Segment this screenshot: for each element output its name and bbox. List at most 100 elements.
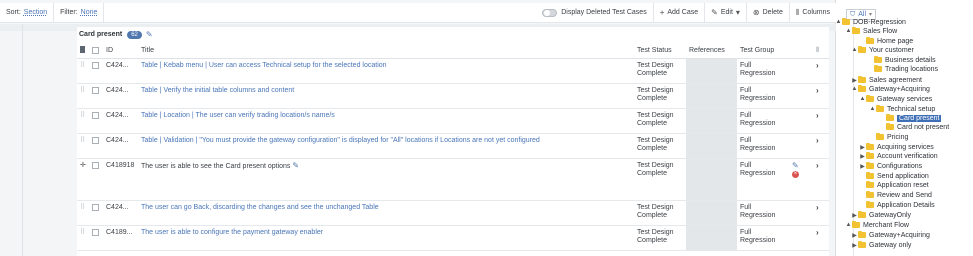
- tree-node-label[interactable]: DOB-Regression: [853, 19, 906, 26]
- row-checkbox[interactable]: [92, 61, 99, 69]
- collapse-icon[interactable]: ▲: [835, 19, 842, 25]
- pencil-icon[interactable]: ✎: [292, 161, 299, 170]
- chevron-right-icon[interactable]: ›: [816, 161, 819, 170]
- drag-handle[interactable]: ⠿: [77, 200, 89, 226]
- move-icon[interactable]: ✛: [80, 162, 86, 169]
- drag-handle[interactable]: ⠿: [77, 108, 89, 134]
- row-select-cell[interactable]: [89, 158, 103, 201]
- edit-row-icon[interactable]: ✎: [792, 161, 799, 170]
- chevron-right-icon[interactable]: ›: [816, 86, 819, 95]
- tree-node-label[interactable]: Technical setup: [887, 106, 935, 113]
- table-row[interactable]: ✛ C418918 The user is able to see the Ca…: [77, 158, 829, 201]
- tree-node-label[interactable]: Your customer: [869, 47, 914, 54]
- case-title[interactable]: The user is able to configure the paymen…: [138, 225, 634, 251]
- delete-row-icon[interactable]: ×: [792, 170, 799, 178]
- expand-icon[interactable]: ▶: [859, 144, 866, 151]
- tree-node-label[interactable]: Review and Send: [877, 192, 932, 199]
- drag-handle[interactable]: ⠿: [77, 225, 89, 251]
- pencil-icon[interactable]: ✎: [146, 30, 153, 39]
- collapse-icon[interactable]: ▲: [845, 222, 852, 228]
- tree-node-label[interactable]: Application reset: [877, 182, 929, 189]
- tree-node[interactable]: ▶ Gateway only: [851, 240, 911, 250]
- tree-node-label[interactable]: Trading locations: [885, 66, 938, 73]
- row-select-cell[interactable]: [89, 133, 103, 159]
- tree-node-label[interactable]: Gateway+Acquiring: [869, 86, 930, 93]
- tree-node-label[interactable]: Gateway only: [869, 242, 911, 249]
- title-column-header[interactable]: Title: [138, 44, 634, 59]
- row-checkbox[interactable]: [92, 203, 99, 211]
- collapse-icon[interactable]: ▲: [869, 106, 876, 112]
- row-open-cell[interactable]: ›: [813, 58, 829, 84]
- row-select-cell[interactable]: [89, 225, 103, 251]
- tree-node-label[interactable]: Acquiring services: [877, 144, 934, 151]
- row-select-cell[interactable]: [89, 108, 103, 134]
- row-open-cell[interactable]: ›: [813, 158, 829, 201]
- chevron-right-icon[interactable]: ›: [816, 203, 819, 212]
- sort-control[interactable]: Sort: Section: [0, 3, 55, 22]
- case-title-text[interactable]: The user is able to see the Card present…: [141, 163, 290, 170]
- row-select-cell[interactable]: [89, 58, 103, 84]
- table-row[interactable]: ⠿ C424... Table | Location | The user ca…: [77, 108, 829, 134]
- grip-icon[interactable]: ⠿: [80, 229, 85, 236]
- expand-icon[interactable]: ▶: [851, 242, 858, 249]
- tree-node-label[interactable]: Send application: [877, 173, 929, 180]
- expand-icon[interactable]: ▶: [859, 153, 866, 160]
- id-column-header[interactable]: ID: [103, 44, 138, 59]
- tree-node[interactable]: ▶ Configurations: [859, 161, 922, 171]
- columns-icon[interactable]: ⦀: [816, 47, 819, 54]
- row-select-cell[interactable]: [89, 200, 103, 226]
- tree-node-label[interactable]: Gateway+Acquiring: [869, 232, 930, 239]
- tree-node-label[interactable]: Account verification: [877, 153, 938, 160]
- tree-node[interactable]: Trading locations: [867, 64, 938, 74]
- delete-button[interactable]: ⊗ Delete: [747, 3, 790, 22]
- row-checkbox[interactable]: [92, 228, 99, 236]
- tree-node[interactable]: Application reset: [859, 180, 929, 190]
- tree-node-label[interactable]: Application Details: [877, 202, 935, 209]
- table-row[interactable]: ⠿ C424... Table | Verify the initial tab…: [77, 83, 829, 109]
- table-row[interactable]: ⠿ C424... The user can go Back, discardi…: [77, 200, 829, 226]
- case-title[interactable]: Table | Validation | "You must provide t…: [138, 133, 634, 159]
- row-checkbox[interactable]: [92, 136, 99, 144]
- filter-control[interactable]: Filter: None: [54, 3, 105, 22]
- select-all-checkbox[interactable]: [92, 47, 99, 55]
- tree-node[interactable]: ▶ GatewayOnly: [851, 210, 911, 220]
- row-open-cell[interactable]: ›: [813, 200, 829, 226]
- collapse-icon[interactable]: ▲: [851, 86, 858, 92]
- tree-node-label[interactable]: Pricing: [887, 134, 908, 141]
- drag-handle[interactable]: ⠿: [77, 83, 89, 109]
- grip-icon[interactable]: ⠿: [80, 87, 85, 94]
- chevron-right-icon[interactable]: ›: [816, 111, 819, 120]
- status-column-header[interactable]: Test Status: [634, 44, 686, 59]
- case-title[interactable]: The user is able to see the Card present…: [138, 158, 634, 201]
- tree-node[interactable]: Application Details: [859, 200, 935, 210]
- drag-handle[interactable]: ✛: [77, 158, 89, 201]
- tree-node-label[interactable]: Configurations: [877, 163, 922, 170]
- row-open-cell[interactable]: ›: [813, 83, 829, 109]
- case-title[interactable]: Table | Location | The user can verify t…: [138, 108, 634, 134]
- tree-node-label[interactable]: Gateway services: [877, 96, 932, 103]
- table-row[interactable]: ⠿ C424... Table | Validation | "You must…: [77, 133, 829, 159]
- expand-icon[interactable]: ▶: [851, 212, 858, 219]
- tree-node-label[interactable]: Home page: [877, 38, 913, 45]
- tree-node-label[interactable]: Sales Flow: [863, 28, 897, 35]
- tree-node[interactable]: ▲ Merchant Flow: [845, 220, 909, 230]
- row-checkbox[interactable]: [92, 86, 99, 94]
- add-case-button[interactable]: + Add Case: [654, 3, 706, 22]
- row-open-cell[interactable]: ›: [813, 133, 829, 159]
- tree-node[interactable]: ▶ Account verification: [859, 151, 938, 161]
- case-title[interactable]: Table | Kebab menu | User can access Tec…: [138, 58, 634, 84]
- collapse-icon[interactable]: ▲: [859, 96, 866, 102]
- chevron-right-icon[interactable]: ›: [816, 228, 819, 237]
- expand-icon[interactable]: ▶: [851, 232, 858, 239]
- case-title[interactable]: The user can go Back, discarding the cha…: [138, 200, 634, 226]
- edit-button[interactable]: ✎ Edit ▾: [705, 3, 747, 22]
- row-open-cell[interactable]: ›: [813, 225, 829, 251]
- table-row[interactable]: ⠿ C424... Table | Kebab menu | User can …: [77, 58, 829, 84]
- drag-handle[interactable]: ⠿: [77, 58, 89, 84]
- tree-node-label[interactable]: Card present: [897, 114, 942, 122]
- toggle-icon[interactable]: [542, 8, 558, 17]
- tree-node-label[interactable]: Merchant Flow: [863, 222, 909, 229]
- tree-node[interactable]: ▲ Your customer: [851, 45, 914, 55]
- tree-node[interactable]: ▲ Gateway+Acquiring: [851, 84, 930, 94]
- tree-node-label[interactable]: GatewayOnly: [869, 212, 911, 219]
